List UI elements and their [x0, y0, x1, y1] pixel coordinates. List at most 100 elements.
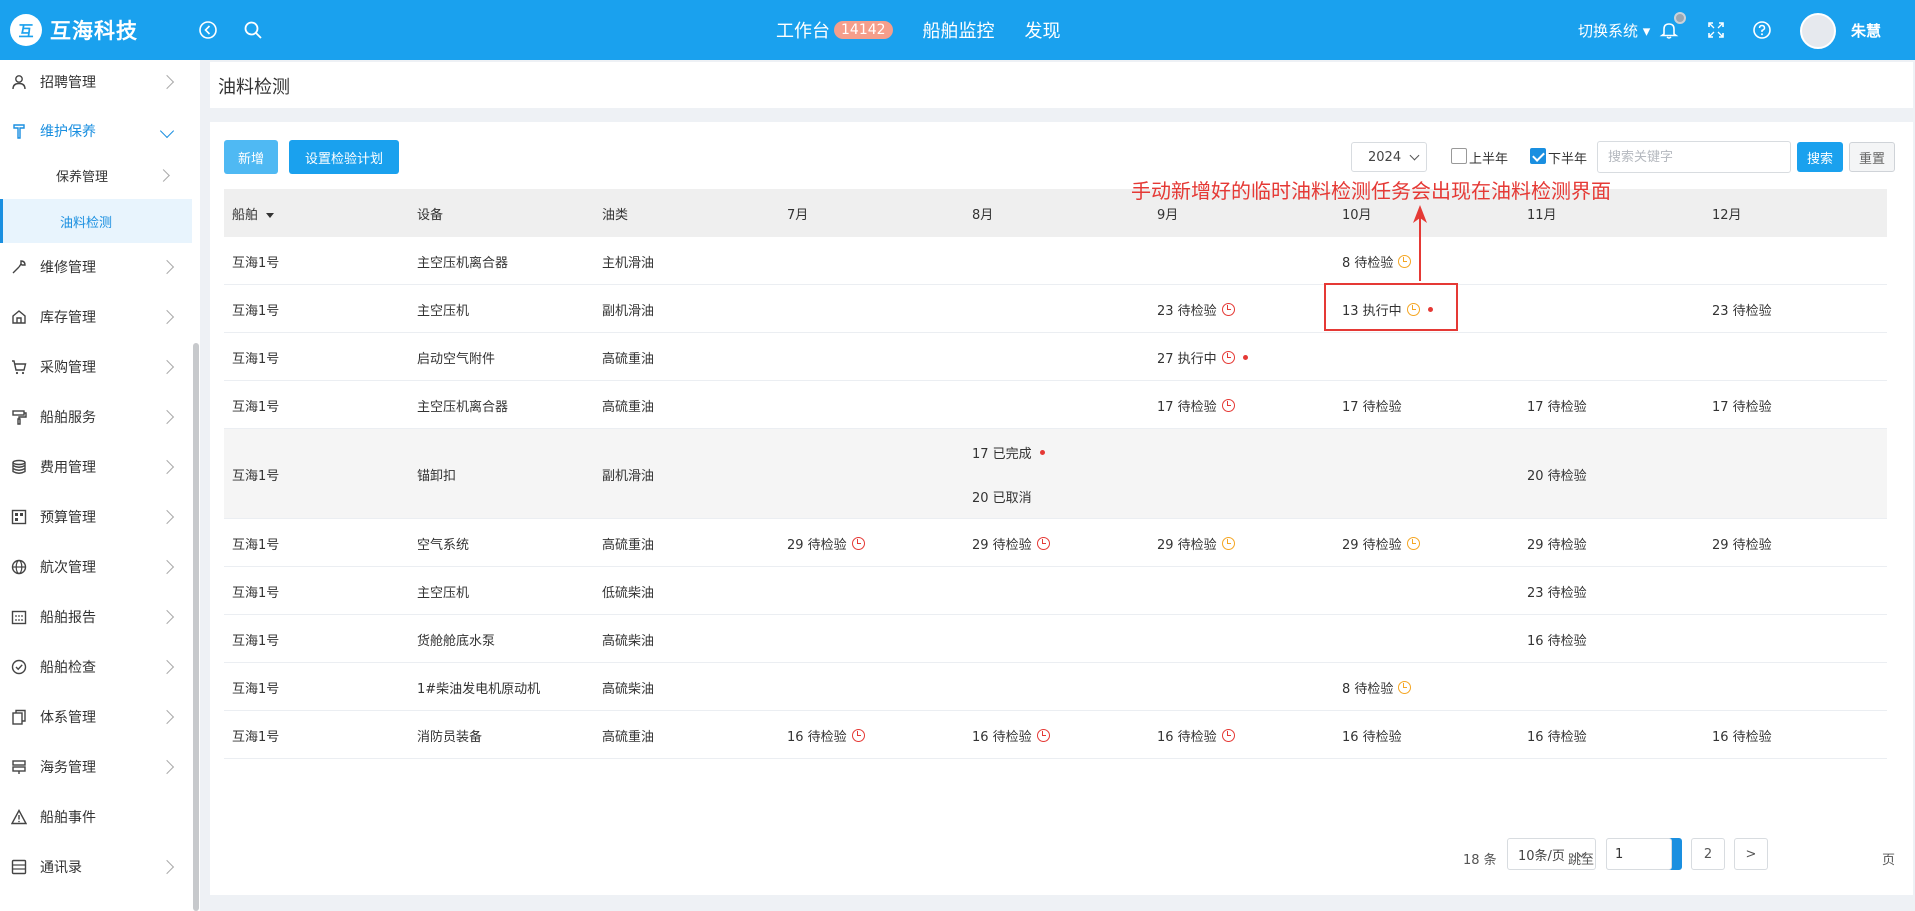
clock-icon	[851, 729, 865, 742]
grid-icon	[10, 508, 28, 526]
ship-cell: 互海1号	[232, 682, 280, 697]
task-status-cell[interactable]: 16 待检验	[1527, 630, 1587, 649]
table-row[interactable]: 互海1号 启动空气附件 高硫重油 27 执行中	[224, 333, 1887, 381]
brand-logo[interactable]: 互 互海科技	[10, 14, 138, 46]
sidebar-item-purchase[interactable]: 采购管理	[0, 345, 192, 389]
sidebar-item-ship-event[interactable]: 船舶事件	[0, 795, 192, 839]
clock-icon	[1221, 399, 1235, 412]
sidebar-item-label: 海务管理	[40, 760, 96, 776]
search-icon[interactable]	[241, 18, 265, 42]
sidebar-subitem-oil-test[interactable]: 油料检测	[0, 199, 192, 243]
fullscreen-icon[interactable]	[1704, 18, 1728, 42]
search-input[interactable]	[1597, 141, 1791, 173]
task-status-cell[interactable]: 17 待检验	[1342, 396, 1402, 415]
task-status-cell[interactable]: 17 待检验	[1712, 396, 1772, 415]
task-status-cell[interactable]: 17 已完成	[972, 443, 1045, 462]
task-status-cell[interactable]: 17 待检验	[1527, 396, 1587, 415]
help-icon[interactable]	[1750, 18, 1774, 42]
sidebar-item-recruitment[interactable]: 招聘管理	[0, 60, 192, 104]
sidebar-item-contacts[interactable]: 通讯录	[0, 845, 192, 889]
task-status-cell[interactable]: 29 待检验	[1712, 534, 1772, 553]
task-status-cell[interactable]: 23 待检验	[1527, 582, 1587, 601]
task-status-text: 8 待检验	[1342, 256, 1394, 271]
table-row[interactable]: 互海1号 主空压机离合器 高硫重油 17 待检验 17 待检验 17 待检验 17 待检验	[224, 381, 1887, 429]
table-row[interactable]: 互海1号 主空压机 低硫柴油 23 待检验	[224, 567, 1887, 615]
top-nav: 工作台 14142 船舶监控 发现	[776, 17, 1091, 43]
nav-discover[interactable]: 发现	[1025, 17, 1061, 43]
task-status-cell[interactable]: 29 待检验	[1342, 534, 1420, 553]
user-icon	[10, 73, 28, 91]
sidebar-item-ship-report[interactable]: 船舶报告	[0, 595, 192, 639]
task-status-text: 29 待检验	[1342, 538, 1402, 553]
home-icon	[10, 308, 28, 326]
task-status-cell[interactable]: 23 待检验	[1157, 300, 1235, 319]
task-status-cell[interactable]: 16 待检验	[1157, 726, 1235, 745]
next-page-button[interactable]: >	[1734, 838, 1768, 870]
year-select-value: 2024	[1368, 149, 1402, 165]
task-status-cell[interactable]: 23 待检验	[1712, 300, 1772, 319]
sidebar-item-marine[interactable]: 海务管理	[0, 745, 192, 789]
column-header-nov: 11月	[1527, 208, 1557, 223]
sidebar-scrollbar[interactable]	[193, 343, 199, 911]
sidebar-item-ship-service[interactable]: 船舶服务	[0, 395, 192, 439]
task-status-cell[interactable]: 20 待检验	[1527, 465, 1587, 484]
sidebar-subitem-upkeep[interactable]: 保养管理	[0, 153, 192, 197]
task-status-cell[interactable]: 29 待检验	[972, 534, 1050, 553]
first-half-checkbox[interactable]	[1451, 148, 1467, 164]
task-status-cell[interactable]: 29 待检验	[1527, 534, 1587, 553]
task-status-cell[interactable]: 16 待检验	[1342, 726, 1402, 745]
task-status-cell[interactable]: 16 待检验	[972, 726, 1050, 745]
table-row[interactable]: 互海1号 主空压机 副机滑油 23 待检验 13 执行中 23 待检验	[224, 285, 1887, 333]
add-button[interactable]: 新增	[224, 140, 278, 174]
task-status-cell[interactable]: 29 待检验	[787, 534, 865, 553]
task-status-text: 17 待检验	[1157, 400, 1217, 415]
jump-page-input[interactable]	[1606, 838, 1672, 870]
task-status-cell[interactable]: 16 待检验	[1527, 726, 1587, 745]
task-status-cell[interactable]: 16 待检验	[787, 726, 865, 745]
page-title-bar: 油料检测	[210, 62, 1913, 108]
user-avatar[interactable]	[1800, 13, 1836, 49]
sidebar-item-budget[interactable]: 预算管理	[0, 495, 192, 539]
sidebar-item-expense[interactable]: 费用管理	[0, 445, 192, 489]
table-row[interactable]: 互海1号 主空压机离合器 主机滑油 8 待检验	[224, 237, 1887, 285]
task-status-cell[interactable]: 29 待检验	[1157, 534, 1235, 553]
set-plan-button[interactable]: 设置检验计划	[289, 140, 399, 174]
cart-icon	[10, 358, 28, 376]
nav-workbench-label: 工作台	[776, 21, 830, 42]
back-circle-icon[interactable]	[196, 18, 220, 42]
sidebar-item-repair[interactable]: 维修管理	[0, 245, 192, 289]
table-row[interactable]: 互海1号 锚卸扣 副机滑油 17 已完成 20 已取消 20 待检验	[224, 429, 1887, 519]
nav-workbench[interactable]: 工作台 14142	[776, 17, 893, 43]
table-row[interactable]: 互海1号 货舱舱底水泵 高硫柴油 16 待检验	[224, 615, 1887, 663]
sidebar-item-maintenance[interactable]: 维护保养	[0, 109, 192, 153]
task-status-cell[interactable]: 20 已取消	[972, 487, 1032, 506]
column-header-ship[interactable]: 船舶	[232, 204, 275, 223]
nav-ship-monitor[interactable]: 船舶监控	[923, 17, 995, 43]
clock-icon	[1221, 729, 1235, 742]
switch-system-dropdown[interactable]: 切换系统 ▾	[1578, 20, 1650, 41]
table-row[interactable]: 互海1号 1#柴油发电机原动机 高硫柴油 8 待检验	[224, 663, 1887, 711]
table-row[interactable]: 互海1号 空气系统 高硫重油 29 待检验 29 待检验 29 待检验 29 待检验 29 待…	[224, 519, 1887, 567]
task-status-cell[interactable]: 27 执行中	[1157, 348, 1248, 367]
sidebar-item-ship-inspection[interactable]: 船舶检查	[0, 645, 192, 689]
sidebar-item-voyage[interactable]: 航次管理	[0, 545, 192, 589]
user-name[interactable]: 朱慧	[1851, 20, 1881, 41]
device-cell: 主空压机离合器	[417, 400, 509, 415]
sidebar-item-inventory[interactable]: 库存管理	[0, 295, 192, 339]
task-status-text: 29 待检验	[1157, 538, 1217, 553]
task-status-cell[interactable]: 8 待检验	[1342, 678, 1412, 697]
sort-down-icon[interactable]	[266, 213, 275, 218]
task-status-cell[interactable]: 16 待检验	[1712, 726, 1772, 745]
sidebar-item-system[interactable]: 体系管理	[0, 695, 192, 739]
column-header-oct: 10月	[1342, 208, 1372, 223]
oil-cell: 副机滑油	[602, 469, 655, 484]
search-button[interactable]: 搜索	[1797, 142, 1843, 172]
second-half-checkbox[interactable]	[1530, 148, 1546, 164]
page-2-button[interactable]: 2	[1691, 838, 1725, 870]
table-row[interactable]: 互海1号 消防员装备 高硫重油 16 待检验 16 待检验 16 待检验 16 待检验 16 …	[224, 711, 1887, 759]
task-status-cell[interactable]: 17 待检验	[1157, 396, 1235, 415]
task-status-cell[interactable]: 8 待检验	[1342, 252, 1412, 271]
year-select[interactable]: 2024	[1351, 142, 1427, 172]
device-cell: 空气系统	[417, 538, 470, 553]
reset-button[interactable]: 重置	[1849, 142, 1895, 172]
